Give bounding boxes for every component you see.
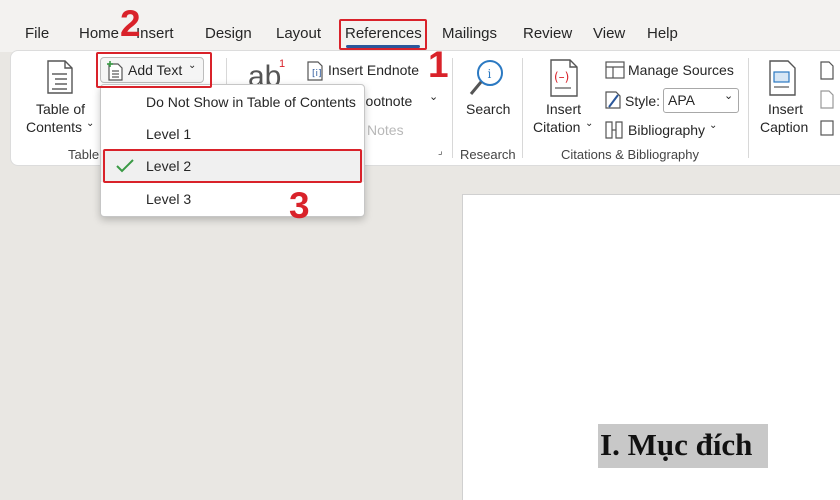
style-value: APA (668, 92, 695, 108)
step-number-3: 3 (289, 185, 310, 226)
ribbon-separator (522, 58, 523, 158)
tab-insert[interactable]: Insert (136, 25, 174, 42)
tab-design[interactable]: Design (205, 25, 252, 42)
ribbon-separator (452, 58, 453, 158)
chevron-down-icon[interactable]: ⌄ (709, 120, 717, 131)
step-number-2: 2 (120, 3, 141, 44)
insert-endnote-icon[interactable]: [i] (306, 61, 324, 81)
tab-layout[interactable]: Layout (276, 25, 321, 42)
chevron-down-icon[interactable]: ⌄ (86, 118, 94, 129)
highlight-add-text-button (96, 52, 212, 88)
group-label-citations: Citations & Bibliography (561, 147, 700, 162)
tab-help[interactable]: Help (647, 25, 678, 42)
bibliography-label[interactable]: Bibliography (628, 122, 705, 138)
group-label-table: Table (68, 147, 100, 162)
tab-file[interactable]: File (25, 25, 49, 42)
insert-citation-label-1[interactable]: Insert (546, 101, 581, 117)
insert-citation-icon[interactable]: (–) (549, 59, 583, 97)
table-of-contents-icon[interactable] (46, 60, 74, 94)
manage-sources-label[interactable]: Manage Sources (628, 62, 734, 78)
chevron-down-icon[interactable]: ⌄ (585, 118, 593, 129)
tab-mailings[interactable]: Mailings (442, 25, 497, 42)
svg-text:i: i (488, 67, 492, 81)
insert-endnote-label[interactable]: Insert Endnote (328, 62, 419, 78)
insert-citation-label-2[interactable]: Citation (533, 119, 580, 135)
table-of-contents-label-1[interactable]: Table of (36, 101, 85, 117)
svg-text:[i]: [i] (312, 69, 322, 79)
show-notes-label: Notes (367, 122, 404, 138)
bibliography-icon[interactable] (604, 120, 624, 140)
search-label[interactable]: Search (466, 101, 510, 117)
table-of-contents-label-2[interactable]: Contents (26, 119, 82, 135)
highlight-level-2-item (103, 149, 362, 183)
highlight-references-tab (339, 19, 427, 50)
svg-text:(–): (–) (554, 70, 569, 84)
tab-view[interactable]: View (593, 25, 625, 42)
chevron-down-icon[interactable]: ⌄ (429, 90, 438, 103)
menu-item-do-not-show[interactable]: Do Not Show in Table of Contents (101, 86, 364, 118)
next-footnote-label[interactable]: Footnote (357, 93, 412, 109)
style-icon (605, 91, 621, 109)
manage-sources-icon[interactable] (605, 61, 625, 79)
footnote-superscript: 1 (279, 58, 286, 70)
caption-tools-icons[interactable] (819, 61, 835, 143)
tab-review[interactable]: Review (523, 25, 572, 42)
step-number-1: 1 (428, 44, 449, 85)
group-label-research: Research (460, 147, 516, 162)
document-heading[interactable]: I. Mục đích (598, 424, 768, 468)
menu-item-level-1[interactable]: Level 1 (101, 118, 364, 150)
search-icon[interactable]: i (468, 58, 506, 98)
style-label: Style: (625, 93, 661, 109)
menu-item-level-3[interactable]: Level 3 (101, 183, 364, 215)
dialog-launcher-icon[interactable]: ⌟ (438, 146, 443, 157)
insert-caption-label-1[interactable]: Insert (768, 101, 803, 117)
insert-caption-icon[interactable] (768, 60, 798, 96)
tab-home[interactable]: Home (79, 25, 119, 42)
style-dropdown[interactable]: APA ⌄ (663, 88, 739, 113)
chevron-down-icon: ⌄ (724, 90, 734, 102)
ribbon-separator (748, 58, 749, 158)
insert-caption-label-2[interactable]: Caption (760, 119, 808, 135)
